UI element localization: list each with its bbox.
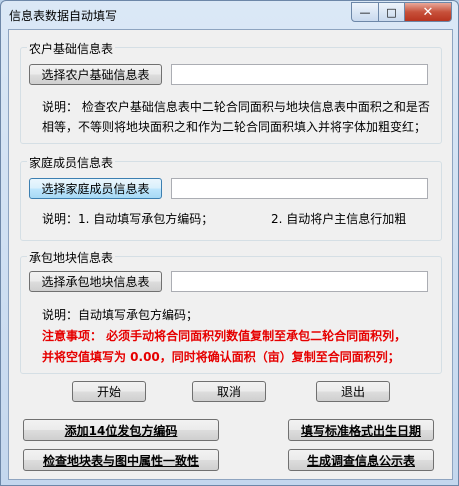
warning-line1: 注意事项： 必须手动将合同面积列数值复制至承包二轮合同面积列， xyxy=(42,329,407,343)
window-title: 信息表数据自动填写 xyxy=(9,9,118,23)
group-contract-plots-title: 承包地块信息表 xyxy=(27,249,116,266)
family-members-note2: 2. 自动将户主信息行加粗 xyxy=(271,212,407,226)
group-farmer-info: 农户基础信息表 选择农户基础信息表 说明： 检查农户基础信息表中二轮合同面积与地… xyxy=(20,40,442,144)
family-members-note1: 说明：1. 自动填写承包方编码； xyxy=(42,212,214,226)
cancel-button[interactable]: 取消 xyxy=(192,381,266,402)
select-contract-plots-button[interactable]: 选择承包地块信息表 xyxy=(29,271,162,292)
group-contract-plots: 承包地块信息表 选择承包地块信息表 说明：自动填写承包方编码； 注意事项： 必须… xyxy=(20,249,442,374)
select-family-members-button[interactable]: 选择家庭成员信息表 xyxy=(29,178,162,199)
minimize-icon: — xyxy=(359,5,371,19)
group-family-members: 家庭成员信息表 选择家庭成员信息表 说明：1. 自动填写承包方编码； 2. 自动… xyxy=(20,154,442,241)
close-icon: ✕ xyxy=(422,4,434,20)
group-family-members-title: 家庭成员信息表 xyxy=(27,154,116,171)
dialog-client-area: 农户基础信息表 选择农户基础信息表 说明： 检查农户基础信息表中二轮合同面积与地… xyxy=(8,29,453,480)
contract-plots-note: 说明：自动填写承包方编码； xyxy=(42,308,199,322)
maximize-icon: □ xyxy=(386,5,397,19)
farmer-info-note-line1: 说明： 检查农户基础信息表中二轮合同面积与地块信息表中面积之和是否 xyxy=(42,100,430,114)
family-members-path-input[interactable] xyxy=(171,178,428,199)
farmer-info-path-input[interactable] xyxy=(171,64,428,85)
title-bar[interactable]: 信息表数据自动填写 — □ ✕ xyxy=(1,1,458,29)
group-farmer-info-title: 农户基础信息表 xyxy=(27,40,116,57)
add-contractor-code-button[interactable]: 添加14位发包方编码 xyxy=(23,419,219,441)
minimize-button[interactable]: — xyxy=(351,2,379,22)
app-window: 信息表数据自动填写 — □ ✕ 农户基础信息表 选择农户基础信息表 说明： 检查… xyxy=(0,0,459,486)
warning-line2: 并将空值填写为 0.00，同时将确认面积（亩）复制至合同面积列； xyxy=(42,350,400,364)
start-button[interactable]: 开始 xyxy=(72,381,146,402)
contract-plots-path-input[interactable] xyxy=(171,271,428,292)
check-consistency-button[interactable]: 检查地块表与图中属性一致性 xyxy=(23,449,219,471)
select-farmer-info-button[interactable]: 选择农户基础信息表 xyxy=(29,64,162,85)
generate-notice-table-button[interactable]: 生成调查信息公示表 xyxy=(288,449,434,471)
exit-button[interactable]: 退出 xyxy=(316,381,390,402)
maximize-button[interactable]: □ xyxy=(378,2,405,22)
fill-birthdate-button[interactable]: 填写标准格式出生日期 xyxy=(288,419,434,441)
close-button[interactable]: ✕ xyxy=(404,2,452,22)
farmer-info-note-line2: 相等，不等则将地块面积之和作为二轮合同面积填入并将字体加粗变红； xyxy=(42,120,427,134)
